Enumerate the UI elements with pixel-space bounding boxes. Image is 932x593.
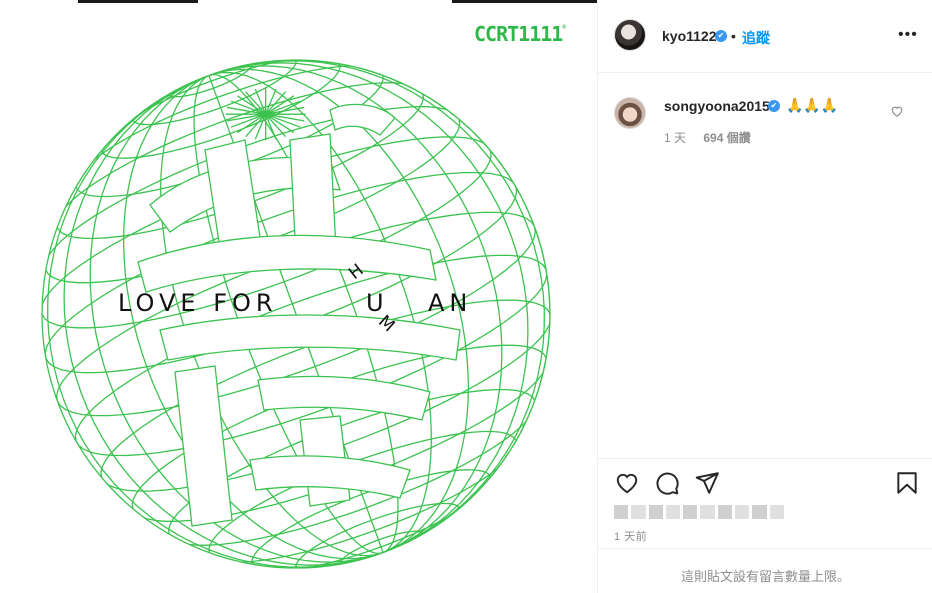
- post-media[interactable]: CCRT1111® LOVE FOR H U M AN: [0, 0, 597, 593]
- post-timestamp[interactable]: 1 天前: [614, 528, 647, 544]
- heart-icon[interactable]: [614, 470, 640, 496]
- author-avatar[interactable]: [614, 19, 646, 51]
- brand-logo: CCRT1111®: [474, 22, 566, 46]
- comment-likes-count[interactable]: 694 個讚: [703, 131, 750, 145]
- comment-text: 🙏🙏🙏: [786, 97, 839, 113]
- comments-limit-notice: 這則貼文設有留言數量上限。: [598, 548, 932, 593]
- verified-badge-icon: ✔: [715, 30, 727, 42]
- comment-icon[interactable]: [654, 470, 680, 496]
- likes-count-blurred: [614, 505, 784, 519]
- comment-meta: 1 天 694 個讚: [664, 129, 751, 146]
- post-sidebar: kyo1122 ✔ • 追蹤 ••• songyoona2015 ✔ 🙏🙏🙏 1…: [597, 0, 932, 593]
- tagline-letter-u: U: [366, 289, 384, 317]
- wireframe-globe-image: [41, 59, 551, 569]
- tagline-left-text: LOVE FOR: [118, 289, 278, 317]
- follow-button[interactable]: 追蹤: [742, 28, 770, 48]
- tagline-right-text: AN: [428, 289, 473, 317]
- more-options-icon[interactable]: •••: [898, 26, 918, 44]
- header-separator: •: [731, 28, 736, 44]
- comment-like-heart-icon[interactable]: [890, 104, 904, 118]
- post-actions-bar: [598, 458, 932, 502]
- author-username[interactable]: kyo1122: [662, 28, 717, 44]
- comment-time: 1 天: [664, 131, 687, 145]
- paper-plane-icon[interactable]: [694, 470, 720, 496]
- commenter-avatar[interactable]: [614, 97, 646, 129]
- commenter-verified-badge-icon: ✔: [768, 100, 780, 112]
- commenter-username[interactable]: songyoona2015: [664, 98, 770, 114]
- post-header: kyo1122 ✔ • 追蹤 •••: [598, 0, 932, 73]
- bookmark-icon[interactable]: [894, 470, 920, 496]
